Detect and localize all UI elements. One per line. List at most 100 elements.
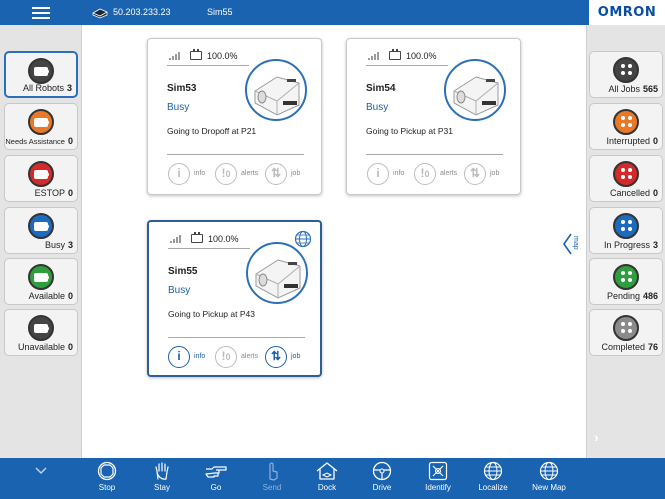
drive-label: Drive <box>372 483 392 492</box>
send-label: Send <box>262 483 282 492</box>
filter-estop[interactable]: ESTOP 0 <box>4 155 78 202</box>
filter-label: Completed <box>601 342 645 352</box>
dock-button[interactable]: Dock <box>312 461 342 497</box>
send-button[interactable]: Send <box>257 461 287 497</box>
job-status-icon <box>613 109 639 135</box>
filter-label: Cancelled <box>609 188 650 198</box>
signal-icon <box>170 235 182 243</box>
localize-button[interactable]: Localize <box>474 461 512 497</box>
stop-button[interactable]: Stop <box>92 461 122 497</box>
robot-task: Going to Pickup at P31 <box>366 126 453 136</box>
alert-icon: !0 <box>215 163 237 185</box>
robot-status: Busy <box>366 102 389 113</box>
divider <box>168 248 250 249</box>
job-status-icon <box>613 315 639 341</box>
job-status-icon <box>613 213 639 239</box>
server-ip: 50.203.233.23 <box>113 7 171 17</box>
filter-all-robots[interactable]: All Robots 3 <box>4 51 78 98</box>
hand-icon <box>155 462 169 480</box>
robot-image <box>444 59 506 121</box>
robot-status-icon <box>28 109 54 135</box>
info-icon: i <box>168 346 190 368</box>
alerts-label: alerts <box>241 353 259 360</box>
robot-icon <box>92 8 108 19</box>
hamburger-menu-icon[interactable] <box>27 3 55 22</box>
info-label: info <box>194 353 206 360</box>
job-label: job <box>291 170 301 177</box>
filter-unavailable[interactable]: Unavailable 0 <box>4 309 78 356</box>
chevron-down-icon[interactable] <box>34 466 48 476</box>
info-label: info <box>194 170 206 177</box>
filter-label: Available <box>28 291 65 301</box>
globe-icon[interactable] <box>294 230 312 248</box>
filter-needs-assistance[interactable]: Needs Assistance 0 <box>4 103 78 150</box>
job-status-icon <box>613 161 639 187</box>
new-map-label: New Map <box>532 483 566 492</box>
battery-percent: 100.0% <box>406 51 437 61</box>
filter-count: 486 <box>642 291 658 301</box>
signal-icon <box>169 52 181 60</box>
info-icon: i <box>367 163 389 185</box>
stop-icon <box>97 461 117 481</box>
filter-pending[interactable]: Pending 486 <box>589 258 663 305</box>
identify-label: Identify <box>425 483 451 492</box>
filter-count: 76 <box>647 342 658 352</box>
current-robot-name: Sim55 <box>207 7 233 17</box>
logo-text: OMRON <box>597 5 657 20</box>
filter-label: All Robots <box>22 83 64 93</box>
filter-label: Needs Assistance <box>5 137 65 146</box>
filter-label: Busy <box>44 240 65 250</box>
robot-card-sim54[interactable]: 100.0% Sim54 Busy Going to Pickup at P31… <box>346 38 521 195</box>
logo: OMRON <box>589 0 665 25</box>
finger-up-icon <box>269 462 278 481</box>
job-label: job <box>291 353 301 360</box>
filter-cancelled[interactable]: Cancelled 0 <box>589 155 663 202</box>
map-tab[interactable]: map <box>561 232 585 260</box>
filter-count: 0 <box>67 342 73 352</box>
filter-label: Unavailable <box>17 342 65 352</box>
filter-count: 565 <box>642 84 658 94</box>
identify-icon <box>428 461 448 481</box>
info-label: info <box>393 170 405 177</box>
job-filter-panel: All Jobs 565 Interrupted 0 Cancelled 0 In P… <box>586 25 665 458</box>
signal-icon <box>368 52 380 60</box>
robot-status: Busy <box>167 102 190 113</box>
filter-count: 0 <box>67 291 73 301</box>
new-map-globe-icon <box>539 461 559 481</box>
divider <box>366 154 503 155</box>
filter-label: ESTOP <box>34 188 65 198</box>
job-status-icon <box>613 264 639 290</box>
filter-label: In Progress <box>603 240 650 250</box>
robot-status-icon <box>28 315 54 341</box>
job-arrows-icon: ⇅ <box>464 163 486 185</box>
steering-wheel-icon <box>372 461 392 481</box>
alerts-label: alerts <box>440 170 458 177</box>
robot-card-sim53[interactable]: 100.0% Sim53 Busy Going to Dropoff at P2… <box>147 38 322 195</box>
filter-label: Interrupted <box>606 136 650 146</box>
filter-count: 3 <box>67 240 73 250</box>
filter-interrupted[interactable]: Interrupted 0 <box>589 103 663 150</box>
stay-button[interactable]: Stay <box>147 461 177 497</box>
go-button[interactable]: Go <box>201 461 231 497</box>
alert-icon: !0 <box>414 163 436 185</box>
filter-busy[interactable]: Busy 3 <box>4 207 78 254</box>
robot-name: Sim54 <box>366 83 396 94</box>
identify-button[interactable]: Identify <box>421 461 455 497</box>
robot-card-sim55[interactable]: 100.0% Sim55 Busy Going to Pickup at P43… <box>147 220 322 377</box>
localize-label: Localize <box>478 483 508 492</box>
filter-in-progress[interactable]: In Progress 3 <box>589 207 663 254</box>
filter-completed[interactable]: Completed 76 <box>589 309 663 356</box>
new-map-button[interactable]: New Map <box>527 461 571 497</box>
divider <box>167 65 249 66</box>
divider <box>366 65 448 66</box>
drive-button[interactable]: Drive <box>367 461 397 497</box>
filter-available[interactable]: Available 0 <box>4 258 78 305</box>
battery-percent: 100.0% <box>207 51 238 61</box>
battery-percent: 100.0% <box>208 234 239 244</box>
filter-all-jobs[interactable]: All Jobs 565 <box>589 51 663 98</box>
robot-name: Sim53 <box>167 83 197 94</box>
go-label: Go <box>210 483 222 492</box>
chevron-right-icon[interactable]: › <box>594 429 599 445</box>
filter-count: 0 <box>652 136 658 146</box>
robot-status-icon <box>28 58 54 84</box>
